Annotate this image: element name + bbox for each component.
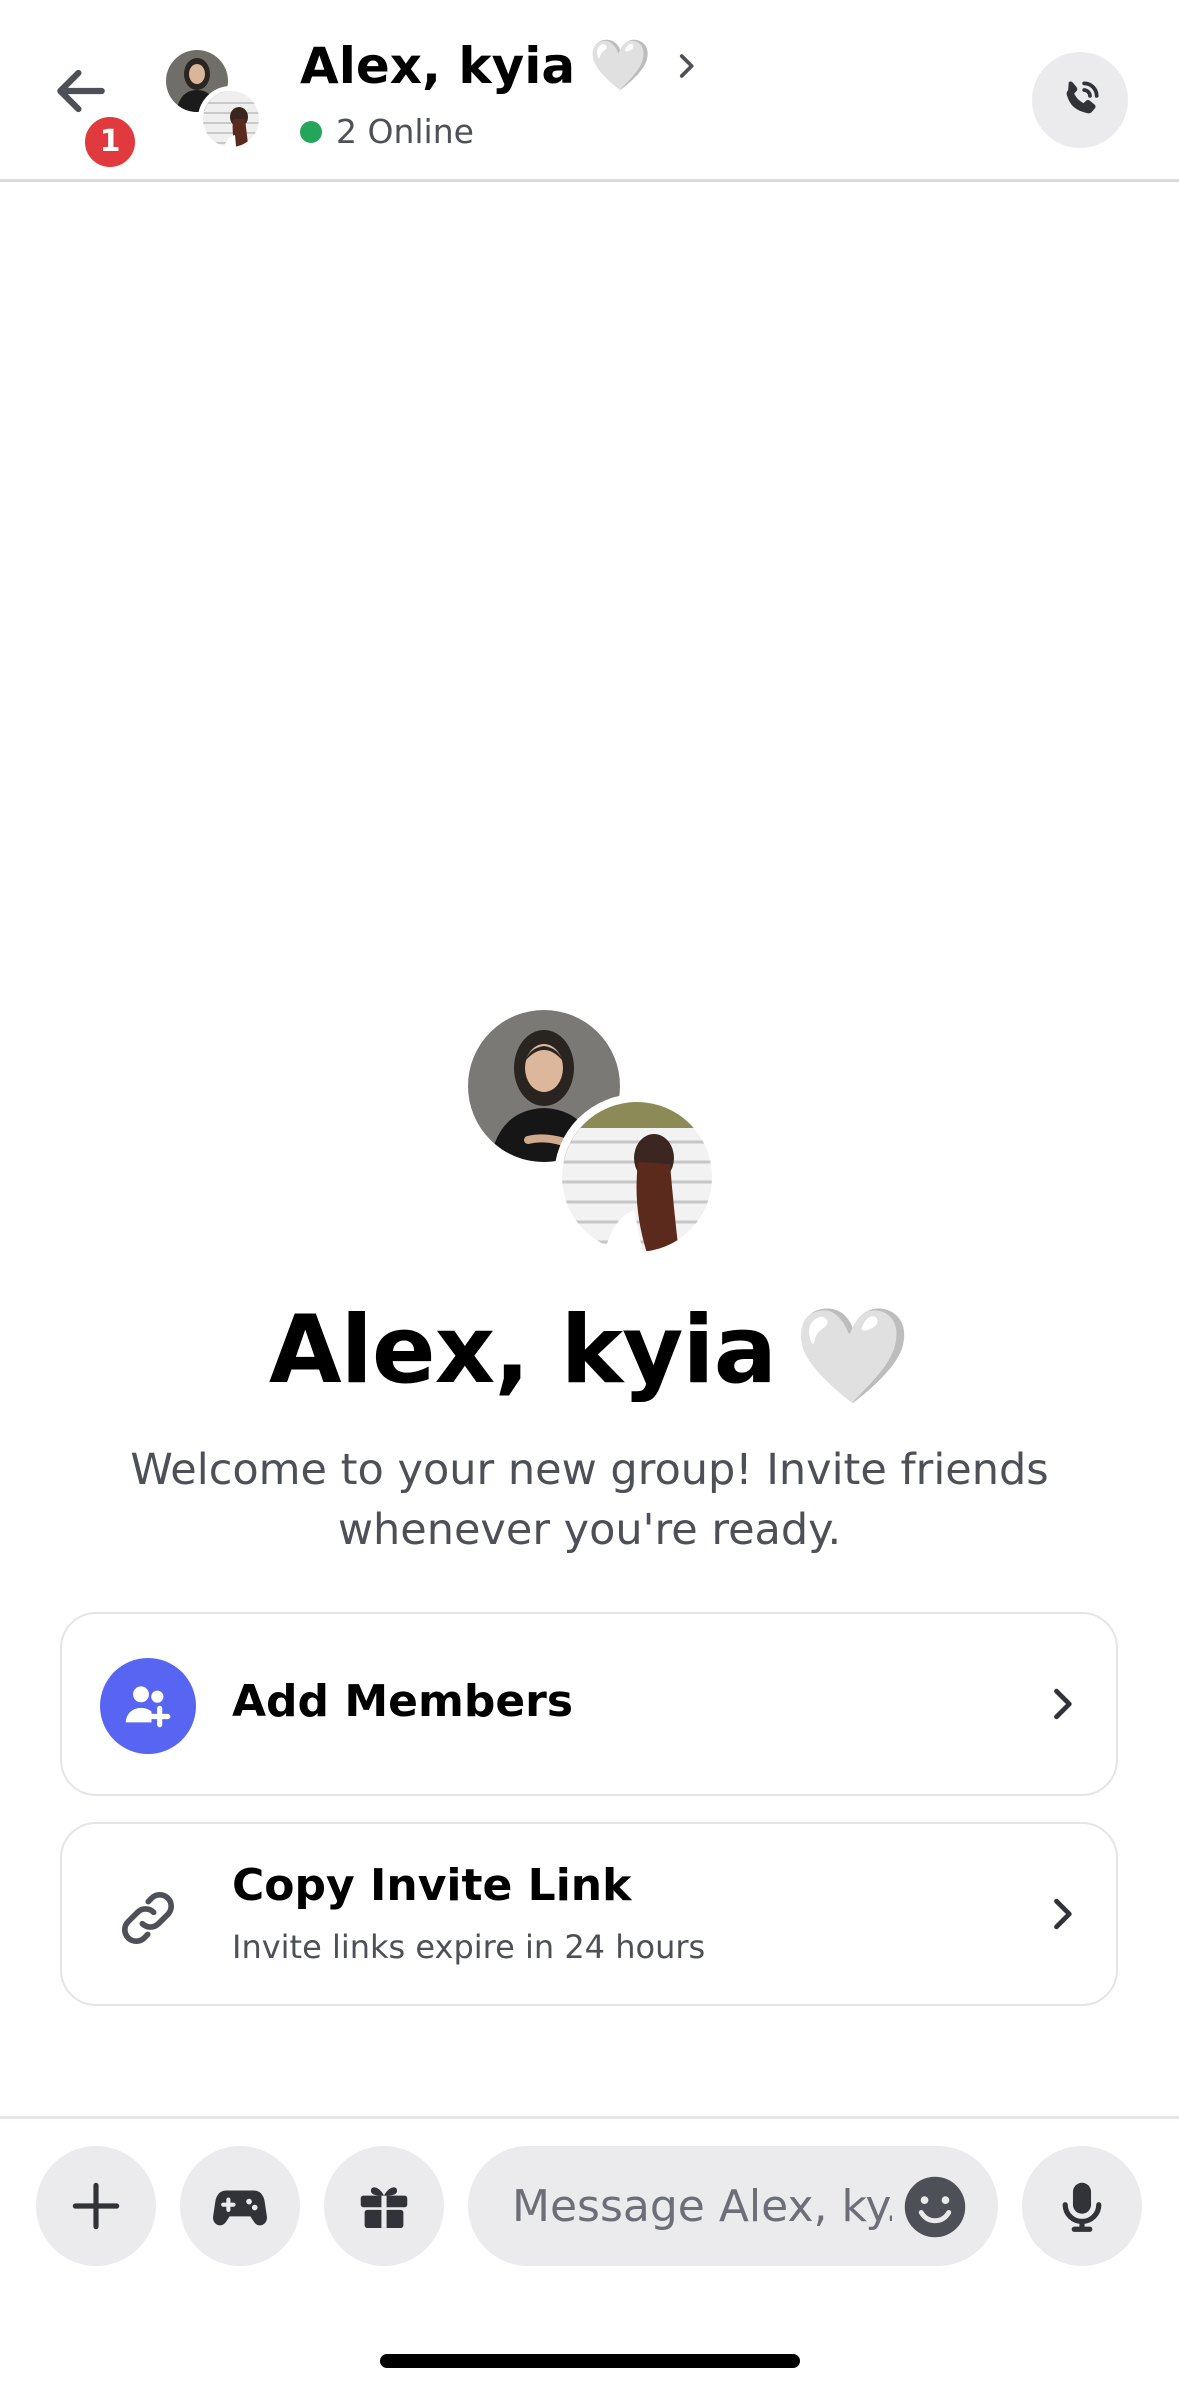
heart-emoji: 🤍: [589, 36, 652, 94]
add-members-button[interactable]: Add Members: [60, 1612, 1118, 1796]
back-button[interactable]: 1: [50, 60, 140, 172]
home-indicator: [380, 2354, 800, 2368]
online-dot-icon: [300, 120, 322, 143]
attach-button[interactable]: [36, 2146, 156, 2266]
gift-button[interactable]: [324, 2146, 444, 2266]
link-icon: [122, 1892, 174, 1944]
microphone-icon: [1062, 2182, 1102, 2232]
online-status: 2 Online: [300, 112, 474, 151]
chevron-right-icon: [1054, 1688, 1072, 1720]
voice-message-button[interactable]: [1022, 2146, 1142, 2266]
header-group-avatars[interactable]: [166, 50, 266, 154]
emoji-icon[interactable]: [902, 2174, 968, 2240]
notification-badge: 1: [80, 112, 140, 172]
avatar-kyia-large: [554, 1094, 720, 1260]
copy-invite-label: Copy Invite Link: [232, 1860, 632, 1911]
chevron-right-icon: [1054, 1898, 1072, 1930]
phone-call-icon: [1066, 81, 1099, 114]
group-name: Alex, kyia: [268, 1296, 777, 1405]
welcome-text: Welcome to your new group! Invite friend…: [130, 1445, 1049, 1555]
activities-button[interactable]: [180, 2146, 300, 2266]
voice-call-button[interactable]: [1032, 52, 1128, 148]
add-members-icon-wrap: [100, 1658, 196, 1754]
copy-invite-link-button[interactable]: Copy Invite Link Invite links expire in …: [60, 1822, 1118, 2006]
add-user-icon: [125, 1686, 171, 1728]
group-avatars: [468, 1010, 720, 1260]
plus-icon: [72, 2182, 120, 2230]
composer-divider: [0, 2116, 1179, 2119]
online-count: 2 Online: [336, 112, 474, 151]
gift-icon: [360, 2187, 408, 2228]
group-title: Alex, kyia 🤍: [0, 1296, 1179, 1411]
avatar-kyia: [198, 86, 264, 152]
gamepad-icon: [213, 2190, 267, 2226]
header-title-row[interactable]: Alex, kyia 🤍: [300, 36, 703, 95]
message-placeholder: Message Alex, ky...: [512, 2180, 892, 2232]
chevron-right-icon: [680, 53, 694, 78]
chat-header: 1 Alex, kyia 🤍 2 Online: [0, 0, 1179, 182]
add-members-label: Add Members: [232, 1676, 574, 1727]
header-title: Alex, kyia: [300, 36, 576, 95]
copy-invite-sublabel: Invite links expire in 24 hours: [232, 1928, 706, 1966]
heart-emoji-large: 🤍: [794, 1302, 911, 1411]
message-input[interactable]: Message Alex, ky...: [468, 2146, 998, 2266]
